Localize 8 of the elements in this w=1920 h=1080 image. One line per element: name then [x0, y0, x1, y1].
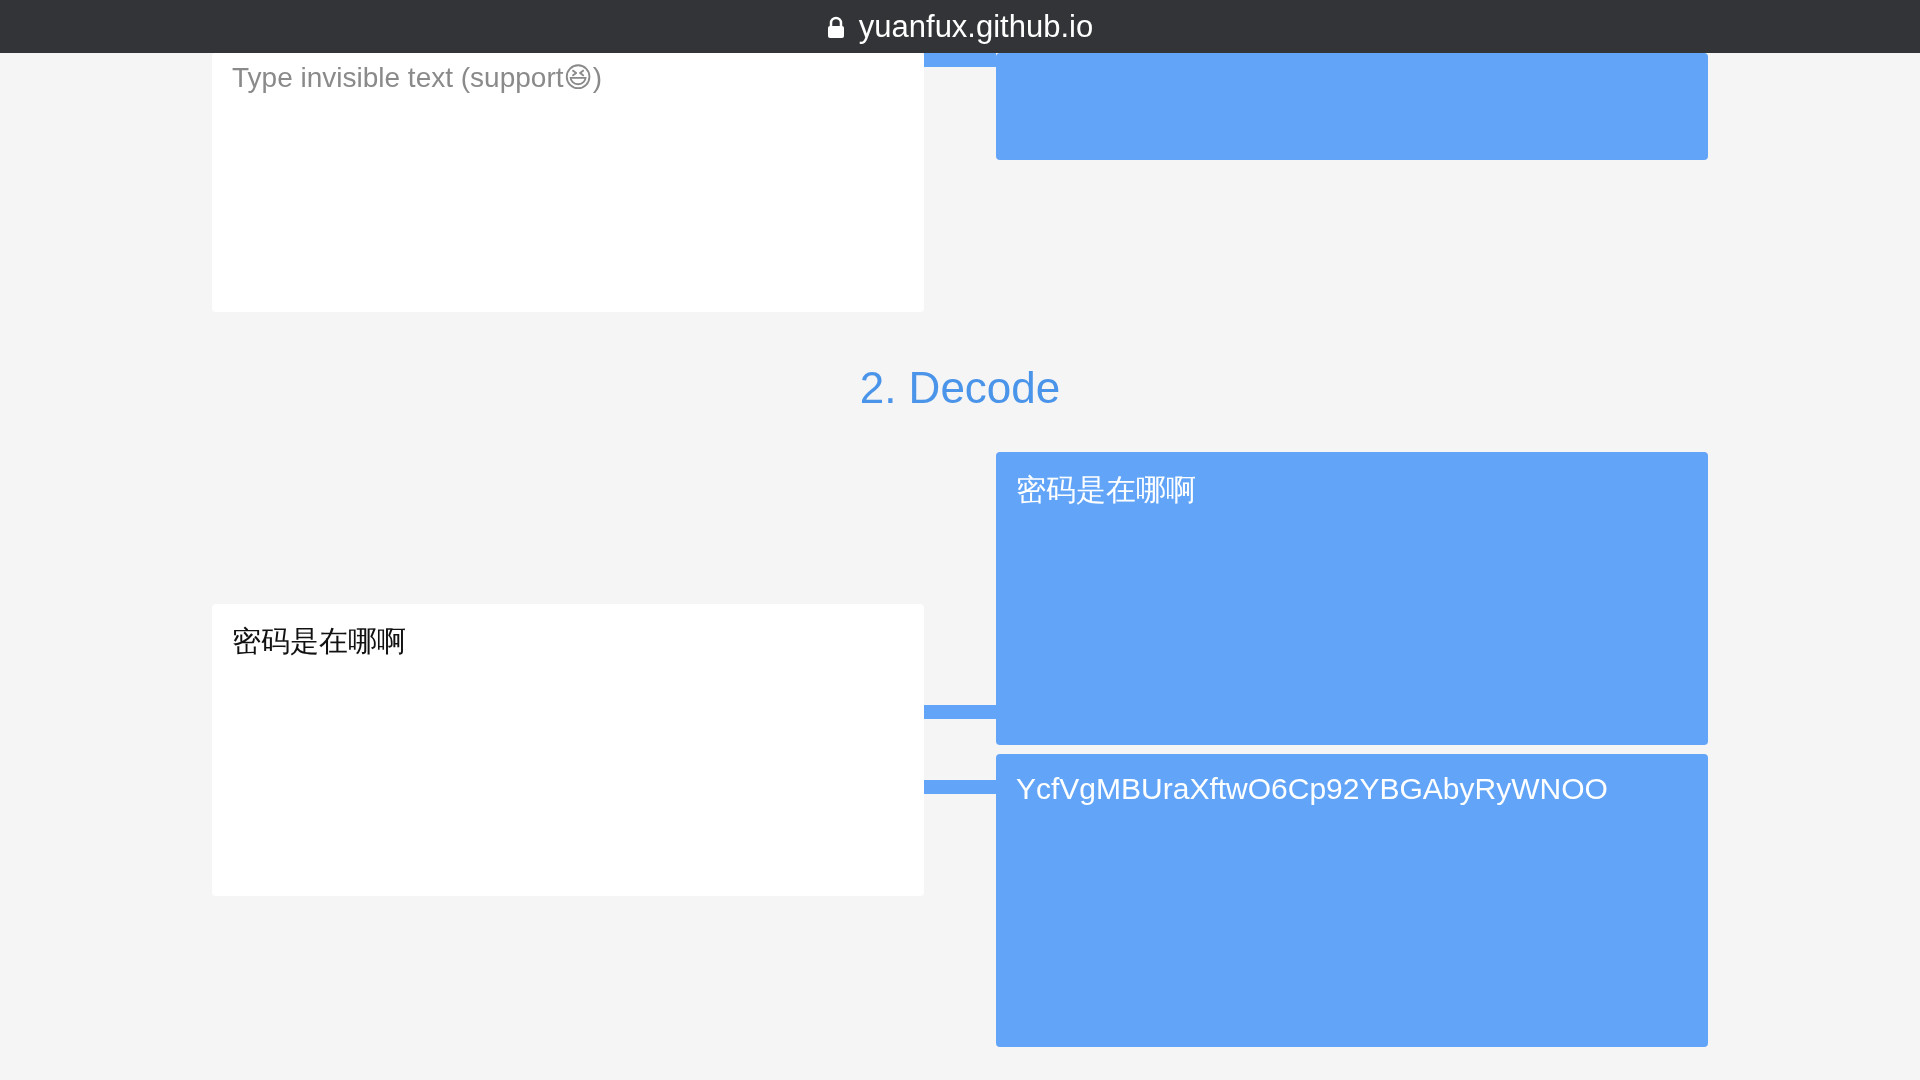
output-text: 密码是在哪啊 [1016, 473, 1196, 506]
domain-text: yuanfux.github.io [858, 8, 1094, 45]
text-input-field[interactable]: Type invisible text (support😆) [212, 53, 924, 312]
connector-bar [924, 53, 996, 67]
section-heading: 2. Decode [858, 362, 1062, 414]
output-text: YcfVgMBUraXftwO6Cp92YBGAbyRyWNOO [1016, 772, 1608, 805]
lock-icon [826, 15, 845, 38]
text-input-field[interactable]: 密码是在哪啊 [212, 603, 924, 896]
